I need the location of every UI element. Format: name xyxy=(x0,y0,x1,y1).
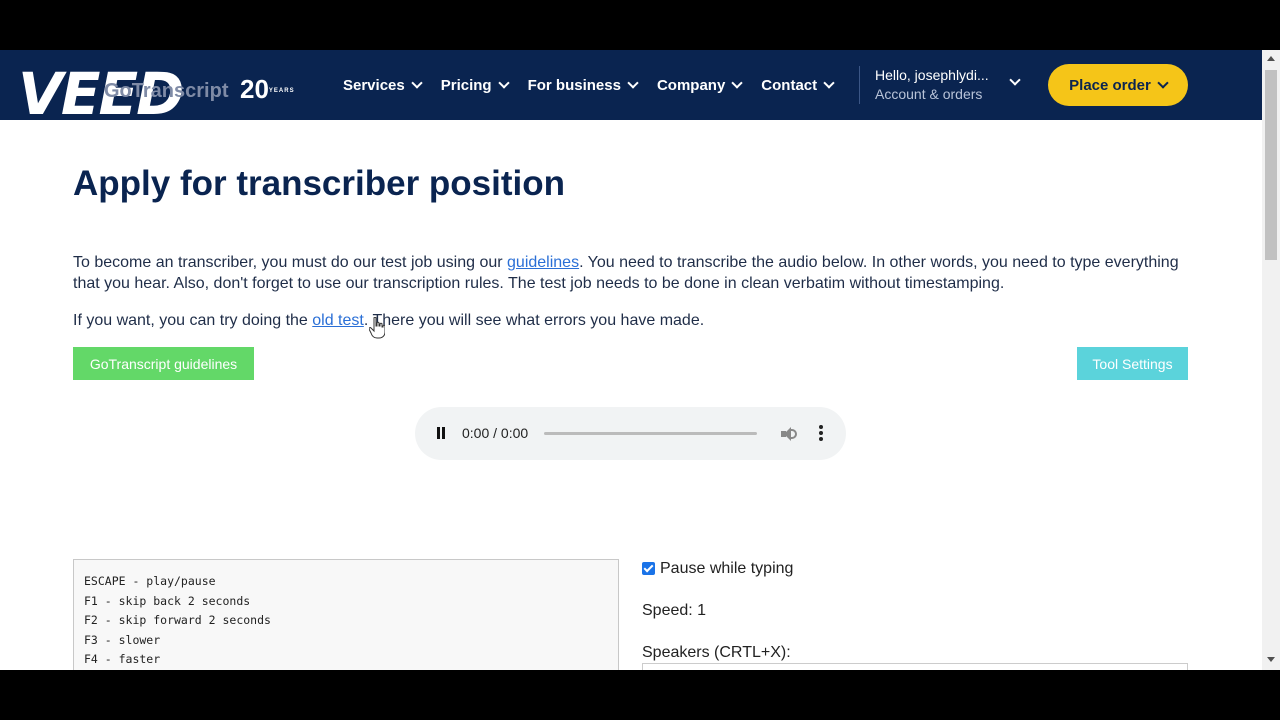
nav-for-business[interactable]: For business xyxy=(527,76,639,94)
retry-text-end: . There you will see what errors you hav… xyxy=(363,312,705,329)
pause-while-typing-label[interactable]: Pause while typing xyxy=(660,560,793,578)
pause-while-typing-checkbox[interactable] xyxy=(642,562,655,575)
account-subtitle: Account & orders xyxy=(875,86,983,102)
nav-label: Company xyxy=(656,76,726,94)
shortcut-line: F3 - slower xyxy=(84,632,161,647)
site-logo: GoTranscript xyxy=(104,80,229,102)
chevron-down-icon xyxy=(731,77,743,89)
old-test-link[interactable]: old test xyxy=(312,312,364,329)
header-divider xyxy=(859,66,860,104)
nav-services[interactable]: Services xyxy=(343,76,423,94)
audio-progress-slider[interactable] xyxy=(544,432,757,435)
tool-settings-button[interactable]: Tool Settings xyxy=(1077,347,1188,380)
nav-label: Pricing xyxy=(440,76,492,94)
years-number: 20 xyxy=(240,74,269,104)
page-title: Apply for transcriber position xyxy=(73,164,565,203)
pause-icon[interactable] xyxy=(436,427,446,439)
hand-cursor-icon xyxy=(369,317,385,339)
speakers-input[interactable] xyxy=(642,663,1188,670)
account-greeting: Hello, josephlydi... xyxy=(875,67,989,83)
brand-area[interactable]: GoTranscript 20YEARS VEED xyxy=(18,65,294,123)
intro-text-start: To become an transcriber, you must do ou… xyxy=(73,254,508,271)
place-order-button[interactable]: Place order xyxy=(1048,64,1188,106)
site-header: GoTranscript 20YEARS VEED Services Prici… xyxy=(0,50,1262,123)
shortcuts-box: ESCAPE - play/pause F1 - skip back 2 sec… xyxy=(73,559,619,670)
shortcut-line: F1 - skip back 2 seconds xyxy=(84,593,251,608)
scroll-down-icon[interactable] xyxy=(1267,657,1275,662)
account-menu[interactable]: Hello, josephlydi... Account & orders xyxy=(875,66,1021,104)
audio-time: 0:00 / 0:00 xyxy=(462,425,529,441)
nav-company[interactable]: Company xyxy=(656,76,743,94)
chevron-down-icon xyxy=(1009,74,1021,86)
nav-pricing[interactable]: Pricing xyxy=(440,76,510,94)
speed-label: Speed: 1 xyxy=(642,602,707,619)
nav-label: Services xyxy=(343,76,405,94)
intro-paragraph: To become an transcriber, you must do ou… xyxy=(73,252,1183,294)
main-nav: Services Pricing For business Company Co… xyxy=(343,50,853,120)
browser-viewport: GoTranscript 20YEARS VEED Services Prici… xyxy=(0,50,1280,670)
years-badge: 20YEARS xyxy=(240,74,295,105)
scroll-up-icon[interactable] xyxy=(1267,56,1275,61)
shortcut-line: F4 - faster xyxy=(84,652,161,666)
retry-paragraph: If you want, you can try doing the old t… xyxy=(73,310,1183,331)
years-label: YEARS xyxy=(268,88,295,95)
scrollbar-thumb[interactable] xyxy=(1265,70,1277,260)
chevron-down-icon xyxy=(627,77,639,89)
guidelines-button[interactable]: GoTranscript guidelines xyxy=(73,347,254,380)
chevron-down-icon xyxy=(411,77,423,89)
shortcut-line: F2 - skip forward 2 seconds xyxy=(84,613,271,627)
nav-label: For business xyxy=(527,76,621,94)
chevron-down-icon xyxy=(823,77,835,89)
chevron-down-icon xyxy=(497,77,510,89)
shortcut-line: ESCAPE - play/pause xyxy=(84,574,216,588)
more-options-icon[interactable] xyxy=(819,425,823,441)
guidelines-link[interactable]: guidelines xyxy=(507,254,579,271)
page-scrollbar[interactable] xyxy=(1262,50,1280,670)
volume-icon[interactable] xyxy=(781,426,797,442)
speakers-label: Speakers (CRTL+X): xyxy=(642,644,791,661)
nav-label: Contact xyxy=(761,76,818,94)
retry-text-start: If you want, you can try doing the xyxy=(73,312,313,329)
nav-contact[interactable]: Contact xyxy=(761,76,835,94)
place-order-label: Place order xyxy=(1069,76,1151,94)
audio-player: 0:00 / 0:00 xyxy=(415,407,846,460)
chevron-down-icon xyxy=(1157,77,1169,89)
